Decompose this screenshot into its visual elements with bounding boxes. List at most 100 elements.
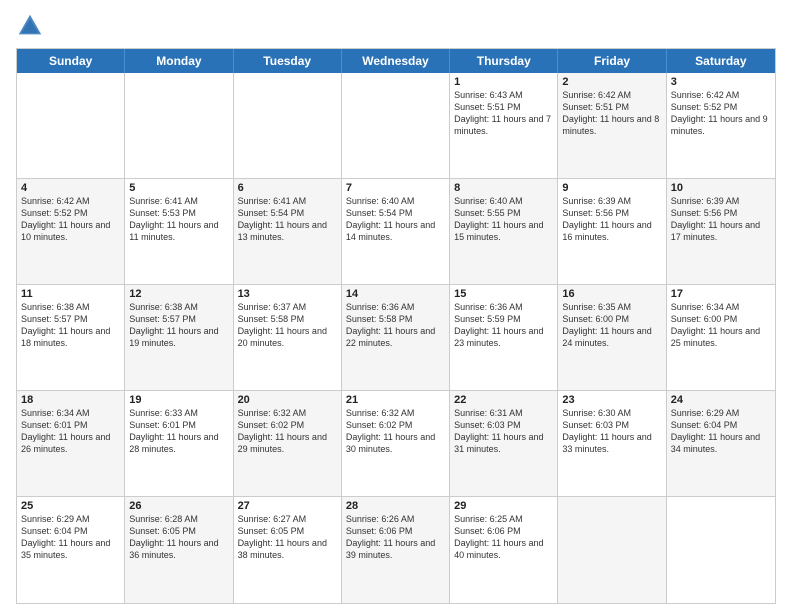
day-cell-14: 14Sunrise: 6:36 AM Sunset: 5:58 PM Dayli… — [342, 285, 450, 390]
day-number: 29 — [454, 500, 553, 512]
day-number: 24 — [671, 394, 771, 406]
day-cell-24: 24Sunrise: 6:29 AM Sunset: 6:04 PM Dayli… — [667, 391, 775, 496]
day-cell-28: 28Sunrise: 6:26 AM Sunset: 6:06 PM Dayli… — [342, 497, 450, 603]
sun-info: Sunrise: 6:40 AM Sunset: 5:54 PM Dayligh… — [346, 195, 445, 244]
day-cell-empty — [558, 497, 666, 603]
day-cell-18: 18Sunrise: 6:34 AM Sunset: 6:01 PM Dayli… — [17, 391, 125, 496]
day-cell-13: 13Sunrise: 6:37 AM Sunset: 5:58 PM Dayli… — [234, 285, 342, 390]
day-header-friday: Friday — [558, 49, 666, 73]
day-header-thursday: Thursday — [450, 49, 558, 73]
day-cell-11: 11Sunrise: 6:38 AM Sunset: 5:57 PM Dayli… — [17, 285, 125, 390]
sun-info: Sunrise: 6:36 AM Sunset: 5:59 PM Dayligh… — [454, 301, 553, 350]
sun-info: Sunrise: 6:37 AM Sunset: 5:58 PM Dayligh… — [238, 301, 337, 350]
sun-info: Sunrise: 6:32 AM Sunset: 6:02 PM Dayligh… — [346, 407, 445, 456]
sun-info: Sunrise: 6:40 AM Sunset: 5:55 PM Dayligh… — [454, 195, 553, 244]
sun-info: Sunrise: 6:39 AM Sunset: 5:56 PM Dayligh… — [671, 195, 771, 244]
sun-info: Sunrise: 6:41 AM Sunset: 5:54 PM Dayligh… — [238, 195, 337, 244]
day-cell-12: 12Sunrise: 6:38 AM Sunset: 5:57 PM Dayli… — [125, 285, 233, 390]
day-cell-1: 1Sunrise: 6:43 AM Sunset: 5:51 PM Daylig… — [450, 73, 558, 178]
calendar-week-1: 1Sunrise: 6:43 AM Sunset: 5:51 PM Daylig… — [17, 73, 775, 179]
day-cell-empty — [125, 73, 233, 178]
day-number: 25 — [21, 500, 120, 512]
sun-info: Sunrise: 6:25 AM Sunset: 6:06 PM Dayligh… — [454, 513, 553, 562]
page-container: SundayMondayTuesdayWednesdayThursdayFrid… — [0, 0, 792, 612]
day-cell-8: 8Sunrise: 6:40 AM Sunset: 5:55 PM Daylig… — [450, 179, 558, 284]
day-number: 5 — [129, 182, 228, 194]
day-cell-20: 20Sunrise: 6:32 AM Sunset: 6:02 PM Dayli… — [234, 391, 342, 496]
sun-info: Sunrise: 6:29 AM Sunset: 6:04 PM Dayligh… — [21, 513, 120, 562]
day-number: 11 — [21, 288, 120, 300]
sun-info: Sunrise: 6:38 AM Sunset: 5:57 PM Dayligh… — [21, 301, 120, 350]
day-cell-22: 22Sunrise: 6:31 AM Sunset: 6:03 PM Dayli… — [450, 391, 558, 496]
day-cell-27: 27Sunrise: 6:27 AM Sunset: 6:05 PM Dayli… — [234, 497, 342, 603]
day-number: 18 — [21, 394, 120, 406]
day-number: 19 — [129, 394, 228, 406]
sun-info: Sunrise: 6:39 AM Sunset: 5:56 PM Dayligh… — [562, 195, 661, 244]
day-cell-21: 21Sunrise: 6:32 AM Sunset: 6:02 PM Dayli… — [342, 391, 450, 496]
day-cell-empty — [342, 73, 450, 178]
calendar-week-2: 4Sunrise: 6:42 AM Sunset: 5:52 PM Daylig… — [17, 179, 775, 285]
day-number: 22 — [454, 394, 553, 406]
day-cell-10: 10Sunrise: 6:39 AM Sunset: 5:56 PM Dayli… — [667, 179, 775, 284]
day-number: 2 — [562, 76, 661, 88]
day-number: 20 — [238, 394, 337, 406]
sun-info: Sunrise: 6:36 AM Sunset: 5:58 PM Dayligh… — [346, 301, 445, 350]
sun-info: Sunrise: 6:29 AM Sunset: 6:04 PM Dayligh… — [671, 407, 771, 456]
day-number: 4 — [21, 182, 120, 194]
day-number: 6 — [238, 182, 337, 194]
day-cell-empty — [234, 73, 342, 178]
day-number: 15 — [454, 288, 553, 300]
day-number: 26 — [129, 500, 228, 512]
day-number: 7 — [346, 182, 445, 194]
sun-info: Sunrise: 6:35 AM Sunset: 6:00 PM Dayligh… — [562, 301, 661, 350]
sun-info: Sunrise: 6:32 AM Sunset: 6:02 PM Dayligh… — [238, 407, 337, 456]
sun-info: Sunrise: 6:28 AM Sunset: 6:05 PM Dayligh… — [129, 513, 228, 562]
calendar: SundayMondayTuesdayWednesdayThursdayFrid… — [16, 48, 776, 604]
day-cell-26: 26Sunrise: 6:28 AM Sunset: 6:05 PM Dayli… — [125, 497, 233, 603]
sun-info: Sunrise: 6:34 AM Sunset: 6:01 PM Dayligh… — [21, 407, 120, 456]
day-cell-3: 3Sunrise: 6:42 AM Sunset: 5:52 PM Daylig… — [667, 73, 775, 178]
day-cell-5: 5Sunrise: 6:41 AM Sunset: 5:53 PM Daylig… — [125, 179, 233, 284]
day-number: 14 — [346, 288, 445, 300]
day-number: 3 — [671, 76, 771, 88]
day-cell-16: 16Sunrise: 6:35 AM Sunset: 6:00 PM Dayli… — [558, 285, 666, 390]
sun-info: Sunrise: 6:38 AM Sunset: 5:57 PM Dayligh… — [129, 301, 228, 350]
calendar-body: 1Sunrise: 6:43 AM Sunset: 5:51 PM Daylig… — [17, 73, 775, 603]
sun-info: Sunrise: 6:27 AM Sunset: 6:05 PM Dayligh… — [238, 513, 337, 562]
day-cell-23: 23Sunrise: 6:30 AM Sunset: 6:03 PM Dayli… — [558, 391, 666, 496]
day-number: 28 — [346, 500, 445, 512]
calendar-week-4: 18Sunrise: 6:34 AM Sunset: 6:01 PM Dayli… — [17, 391, 775, 497]
sun-info: Sunrise: 6:42 AM Sunset: 5:52 PM Dayligh… — [671, 89, 771, 138]
day-number: 9 — [562, 182, 661, 194]
day-number: 13 — [238, 288, 337, 300]
sun-info: Sunrise: 6:33 AM Sunset: 6:01 PM Dayligh… — [129, 407, 228, 456]
sun-info: Sunrise: 6:42 AM Sunset: 5:52 PM Dayligh… — [21, 195, 120, 244]
day-cell-15: 15Sunrise: 6:36 AM Sunset: 5:59 PM Dayli… — [450, 285, 558, 390]
day-cell-19: 19Sunrise: 6:33 AM Sunset: 6:01 PM Dayli… — [125, 391, 233, 496]
day-cell-7: 7Sunrise: 6:40 AM Sunset: 5:54 PM Daylig… — [342, 179, 450, 284]
sun-info: Sunrise: 6:34 AM Sunset: 6:00 PM Dayligh… — [671, 301, 771, 350]
day-number: 17 — [671, 288, 771, 300]
sun-info: Sunrise: 6:31 AM Sunset: 6:03 PM Dayligh… — [454, 407, 553, 456]
day-header-sunday: Sunday — [17, 49, 125, 73]
calendar-header: SundayMondayTuesdayWednesdayThursdayFrid… — [17, 49, 775, 73]
day-number: 23 — [562, 394, 661, 406]
sun-info: Sunrise: 6:41 AM Sunset: 5:53 PM Dayligh… — [129, 195, 228, 244]
day-cell-empty — [17, 73, 125, 178]
day-cell-empty — [667, 497, 775, 603]
day-number: 16 — [562, 288, 661, 300]
sun-info: Sunrise: 6:42 AM Sunset: 5:51 PM Dayligh… — [562, 89, 661, 138]
day-number: 27 — [238, 500, 337, 512]
day-cell-4: 4Sunrise: 6:42 AM Sunset: 5:52 PM Daylig… — [17, 179, 125, 284]
sun-info: Sunrise: 6:43 AM Sunset: 5:51 PM Dayligh… — [454, 89, 553, 138]
day-number: 12 — [129, 288, 228, 300]
sun-info: Sunrise: 6:30 AM Sunset: 6:03 PM Dayligh… — [562, 407, 661, 456]
logo-icon — [16, 12, 44, 40]
day-cell-6: 6Sunrise: 6:41 AM Sunset: 5:54 PM Daylig… — [234, 179, 342, 284]
day-header-tuesday: Tuesday — [234, 49, 342, 73]
day-header-monday: Monday — [125, 49, 233, 73]
calendar-week-5: 25Sunrise: 6:29 AM Sunset: 6:04 PM Dayli… — [17, 497, 775, 603]
day-cell-2: 2Sunrise: 6:42 AM Sunset: 5:51 PM Daylig… — [558, 73, 666, 178]
logo — [16, 12, 48, 40]
day-header-wednesday: Wednesday — [342, 49, 450, 73]
